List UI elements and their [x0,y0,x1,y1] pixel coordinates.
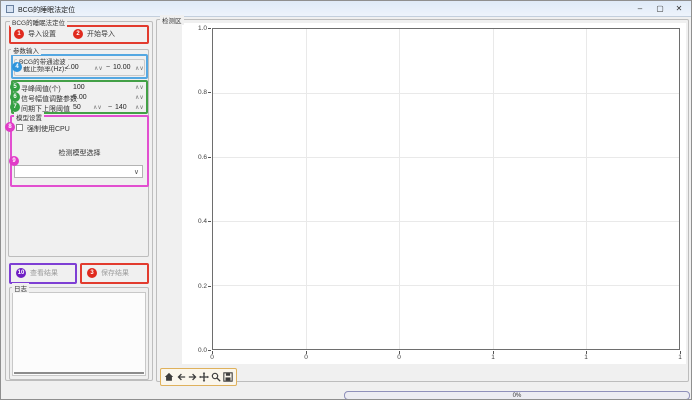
y-tick-label: 0.0 [189,347,207,354]
maximize-button[interactable]: ▢ [651,2,669,15]
x-tick-label: 1 [670,354,690,361]
gridline [493,29,494,349]
y-tick [208,350,211,351]
close-button[interactable]: ✕ [670,2,688,15]
x-tick-label: 0 [296,354,316,361]
step-badge-8: 8 [5,122,15,132]
app-window: BCG的睡眠法定位 – ▢ ✕ BCG的睡眠法定位 1 导入设置 2 开始导入 … [0,0,692,400]
gridline [213,221,679,222]
y-tick-label: 1.0 [189,25,207,32]
annotation-box-model [10,115,149,187]
progress-label: 0% [513,393,522,399]
save-icon[interactable] [223,372,233,382]
pan-icon[interactable] [199,372,209,382]
y-tick [208,157,211,158]
minimize-button[interactable]: – [631,2,649,15]
model-group-label: 模型设置 [14,112,44,122]
y-tick-label: 0.2 [189,283,207,290]
gridline [213,93,679,94]
y-tick [208,92,211,93]
titlebar: BCG的睡眠法定位 – ▢ ✕ [1,1,691,17]
param-group-label: 参数输入 [11,45,41,55]
y-tick [208,28,211,29]
y-tick-label: 0.4 [189,218,207,225]
step-badge-10: 10 [16,268,26,278]
bandpass-group-label: BCG的带通滤波 [17,56,68,66]
left-main-group-label: BCG的睡眠法定位 [10,17,67,27]
y-tick [208,286,211,287]
gridline [213,285,679,286]
plot-axes[interactable] [212,28,680,350]
back-icon[interactable] [176,372,186,382]
gridline [213,157,679,158]
log-group-label: 日志 [12,283,29,293]
plot-toolbar [160,368,237,386]
step-badge-6: 6 [10,92,20,102]
gridline [586,29,587,349]
step-badge-2: 2 [73,29,83,39]
step-badge-1: 1 [14,29,24,39]
x-tick-label: 1 [483,354,503,361]
forward-icon[interactable] [188,372,198,382]
x-tick-label: 0 [389,354,409,361]
window-title: BCG的睡眠法定位 [18,5,75,15]
x-tick-label: 0 [202,354,222,361]
zoom-icon[interactable] [211,372,221,382]
step-badge-9: 9 [9,156,19,166]
y-tick [208,221,211,222]
progress-bar: 0% [344,391,690,400]
y-tick-label: 0.6 [189,154,207,161]
x-tick-label: 1 [576,354,596,361]
step-badge-7: 7 [10,102,20,112]
y-tick-label: 0.8 [189,89,207,96]
home-icon[interactable] [164,372,174,382]
log-horizontal-scrollbar[interactable] [14,372,144,374]
detection-group-label: 检测区 [160,15,184,25]
step-badge-5: 5 [10,82,20,92]
step-badge-4: 4 [12,62,22,72]
annotation-box-params [11,80,148,114]
gridline [399,29,400,349]
step-badge-3: 3 [87,268,97,278]
app-icon [6,5,14,13]
log-list[interactable] [12,292,146,376]
gridline [306,29,307,349]
